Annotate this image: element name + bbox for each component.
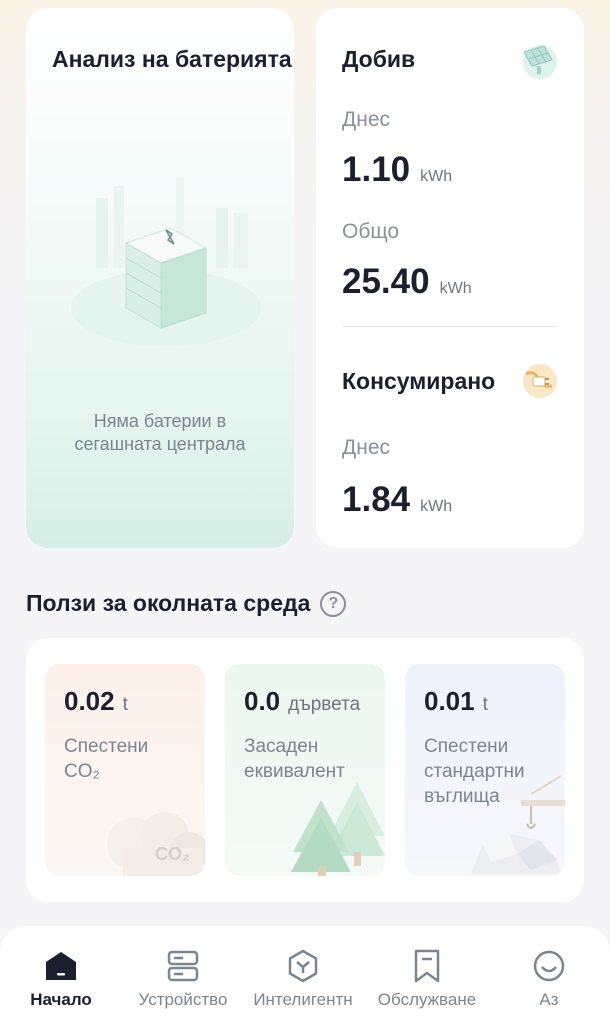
bookmark-icon [414,949,440,983]
home-icon [46,952,76,980]
help-icon[interactable]: ? [320,590,347,617]
co2-saved-tile[interactable]: 0.02 t Спестени CO₂ CO₂ [45,664,205,876]
nav-item-me[interactable]: Аз [514,926,584,1017]
battery-illustration [71,178,261,346]
trees-planted-label: Засаден еквивалент [244,736,345,782]
production-today-label: Днес [342,108,390,131]
smile-icon [533,950,565,982]
consumption-title: Консумирано [342,368,496,394]
nav-item-home[interactable]: Начало [26,926,96,1017]
coal-saved-value: 0.01 t [424,686,488,716]
production-today-value: 1.10 kWh [342,150,453,189]
battery-analysis-card[interactable]: Анализ на батерията Няма батерии в сегаш… [26,8,294,548]
tree-icon [291,782,385,876]
co2-cloud-icon: CO₂ [107,812,205,876]
nav-item-service[interactable]: Обслужване [370,926,484,1017]
device-icon [167,950,199,982]
coal-saved-tile[interactable]: 0.01 t Спестени стандартни въглища [405,664,565,876]
coal-crane-icon [471,775,565,874]
co2-saved-label: Спестени CO₂ [64,736,149,782]
co2-saved-value: 0.02 t [64,686,128,716]
nav-item-device[interactable]: Устройство [130,926,236,1017]
consumption-today-value: 1.84 kWh [342,480,453,519]
trees-planted-tile[interactable]: 0.0 дървета Засаден еквивалент [225,664,385,876]
smart-icon [288,949,318,983]
production-title: Добив [342,46,416,72]
no-battery-message: Няма батерии в сегашната централа [74,411,246,454]
production-total-label: Общо [342,220,400,243]
divider [342,326,558,327]
co2-cloud-text: CO₂ [155,844,190,864]
trees-planted-value: 0.0 дървета [244,686,361,716]
bottom-navigation: Начало Устройство Интелигентн Обслужване… [0,926,610,1017]
solar-panel-icon [523,45,557,79]
consumption-today-label: Днес [342,436,390,459]
plug-icon [523,364,557,398]
battery-analysis-title: Анализ на батерията [52,46,292,72]
environment-benefits-card: 0.02 t Спестени CO₂ CO₂ 0.0 дървета Заса… [26,638,584,902]
energy-summary-card[interactable]: Добив Днес 1.10 kWh Общо 25.40 kWh Консу… [316,8,584,548]
nav-item-smart[interactable]: Интелигентн [244,926,362,1017]
environment-benefits-title: Ползи за околната среда ? [26,590,347,617]
production-total-value: 25.40 kWh [342,262,472,301]
